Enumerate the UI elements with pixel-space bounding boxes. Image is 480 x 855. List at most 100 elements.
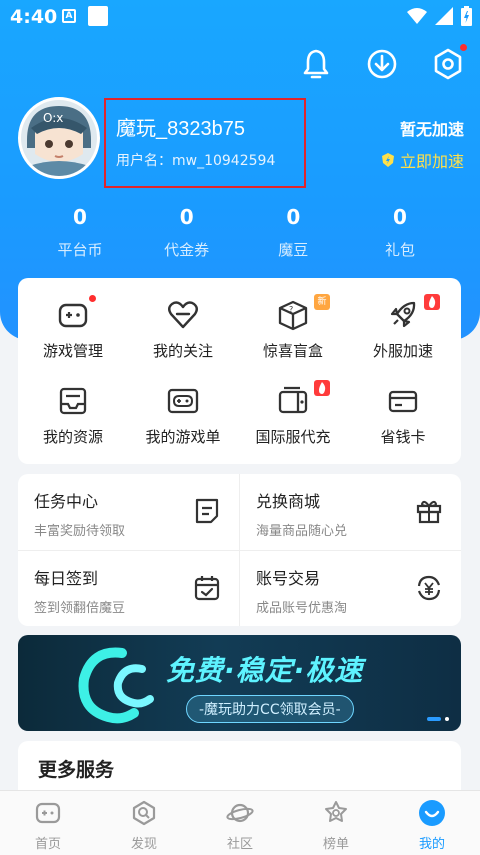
grid-label: 惊喜盲盒 (262, 342, 323, 360)
grid-label: 我的资源 (42, 428, 103, 446)
grid-item-my-resources[interactable]: 我的资源 (18, 384, 128, 447)
stat-voucher[interactable]: 0 代金券 (137, 205, 237, 260)
notification-square-icon (88, 6, 108, 26)
more-services-title: 更多服务 (38, 759, 115, 781)
card-icon (388, 390, 418, 413)
task-subtitle: 成品账号优惠淘 (256, 601, 348, 616)
grid-item-overseas-speedup[interactable]: 外服加速 (348, 294, 458, 361)
new-badge: 新 (314, 294, 330, 310)
stat-gift-pack[interactable]: 0 礼包 (350, 205, 450, 260)
promo-banner[interactable]: CC 免费·稳定·极速 -魔玩助力CC领取会员- (18, 635, 461, 731)
grid-label: 国际服代充 (255, 428, 331, 446)
gamepad-icon (58, 303, 88, 328)
flame-icon (319, 382, 326, 394)
nav-discover[interactable]: 发现 (96, 791, 192, 855)
nav-rankings[interactable]: 榜单 (288, 791, 384, 855)
planet-icon (226, 803, 254, 823)
banner-title: 免费·稳定·极速 (166, 654, 364, 687)
keyboard-icon: A (62, 9, 76, 23)
flame-icon (429, 296, 436, 308)
stat-label: 魔豆 (278, 241, 309, 259)
nav-label: 首页 (34, 837, 61, 852)
nav-me[interactable]: 我的 (384, 791, 480, 855)
wifi-icon (407, 8, 427, 24)
nav-label: 我的 (418, 837, 445, 852)
box-icon: ? (278, 300, 308, 331)
task-shortcuts: 任务中心 丰富奖励待领取 兑换商城 海量商品随心兑 每日签到 签到领翻倍魔豆 账… (18, 474, 461, 626)
grid-label: 外服加速 (372, 342, 433, 360)
status-bar: 4:40 A (0, 0, 480, 34)
task-title: 每日签到 (34, 569, 99, 588)
grid-item-game-manage[interactable]: 游戏管理 (18, 295, 128, 361)
stat-platform-coin[interactable]: 0 平台币 (30, 205, 130, 260)
heart-icon (168, 301, 198, 329)
carousel-indicator (427, 717, 449, 721)
download-icon (367, 49, 397, 79)
calendar-check-icon (194, 576, 220, 601)
task-subtitle: 海量商品随心兑 (256, 524, 348, 539)
nav-home[interactable]: 首页 (0, 791, 96, 855)
grid-item-my-follows[interactable]: 我的关注 (128, 298, 238, 361)
stats-row: 0 平台币 0 代金券 0 魔豆 0 礼包 (30, 205, 450, 260)
speed-up-link[interactable]: 立即加速 (380, 148, 464, 172)
speed-up-label: 立即加速 (399, 152, 464, 171)
nav-community[interactable]: 社区 (192, 791, 288, 855)
carousel-dot-active (427, 717, 441, 721)
discover-icon (132, 800, 156, 826)
speed-status: 暂无加速 (399, 120, 464, 139)
account-trade[interactable]: 账号交易 成品账号优惠淘 (240, 551, 460, 627)
battery-icon (461, 6, 472, 26)
task-center[interactable]: 任务中心 丰富奖励待领取 (18, 474, 238, 550)
game-manage-red-dot (89, 295, 96, 302)
status-time: 4:40 (10, 6, 58, 28)
banner-subtitle: -魔玩助力CC领取会员- (186, 695, 354, 723)
cc-logo-icon: CC (78, 647, 154, 724)
exchange-mall[interactable]: 兑换商城 海量商品随心兑 (240, 474, 460, 550)
status-indicators (407, 6, 472, 26)
me-icon (419, 800, 445, 826)
grid-item-saving-card[interactable]: 省钱卡 (348, 384, 458, 447)
task-title: 账号交易 (256, 569, 321, 588)
hot-badge (424, 294, 440, 310)
stat-value: 0 (73, 205, 87, 229)
notification-button[interactable] (298, 46, 334, 82)
grid-label: 游戏管理 (42, 342, 103, 360)
controller-icon (167, 388, 199, 414)
bottom-navigation: 首页 发现 社区 榜单 我的 (0, 790, 480, 855)
stat-value: 0 (393, 205, 407, 229)
grid-label: 我的关注 (152, 342, 213, 360)
nav-label: 榜单 (322, 837, 349, 852)
stat-label: 礼包 (384, 241, 415, 259)
shield-bolt-icon (381, 153, 394, 167)
rocket-icon (390, 301, 416, 328)
stat-magic-bean[interactable]: 0 魔豆 (243, 205, 343, 260)
stat-label: 平台币 (57, 241, 103, 259)
settings-hex-icon (434, 48, 462, 80)
download-button[interactable] (364, 46, 400, 82)
svg-text:?: ? (289, 305, 293, 314)
stat-value: 0 (179, 205, 194, 229)
note-icon (195, 498, 219, 524)
task-subtitle: 丰富奖励待领取 (34, 524, 126, 539)
feature-grid: 游戏管理 我的关注 ? 新 惊喜盲盒 外服加速 我的资源 我的游戏单 国际服代充… (18, 278, 461, 464)
avatar-character-icon: O:x (21, 100, 97, 176)
gift-icon (416, 500, 442, 524)
grid-item-mystery-box[interactable]: ? 新 惊喜盲盒 (238, 294, 348, 361)
grid-item-intl-topup[interactable]: 国际服代充 (238, 380, 348, 447)
header-actions (298, 44, 467, 82)
home-gamepad-icon (35, 802, 61, 824)
inbox-icon (59, 387, 87, 415)
stat-value: 0 (286, 205, 301, 229)
task-title: 任务中心 (34, 492, 99, 511)
stat-label: 代金券 (164, 241, 210, 259)
avatar[interactable]: O:x (18, 97, 100, 179)
task-title: 兑换商城 (256, 492, 321, 511)
daily-checkin[interactable]: 每日签到 签到领翻倍魔豆 (18, 551, 238, 627)
svg-text:O:x: O:x (43, 111, 63, 125)
settings-button[interactable] (430, 44, 467, 82)
nickname[interactable]: 魔玩_8323b75 (116, 112, 245, 141)
nav-label: 发现 (130, 837, 157, 852)
username: 用户名：mw_10942594 (116, 153, 276, 169)
grid-item-my-game-list[interactable]: 我的游戏单 (128, 384, 238, 447)
settings-red-dot (460, 44, 467, 51)
